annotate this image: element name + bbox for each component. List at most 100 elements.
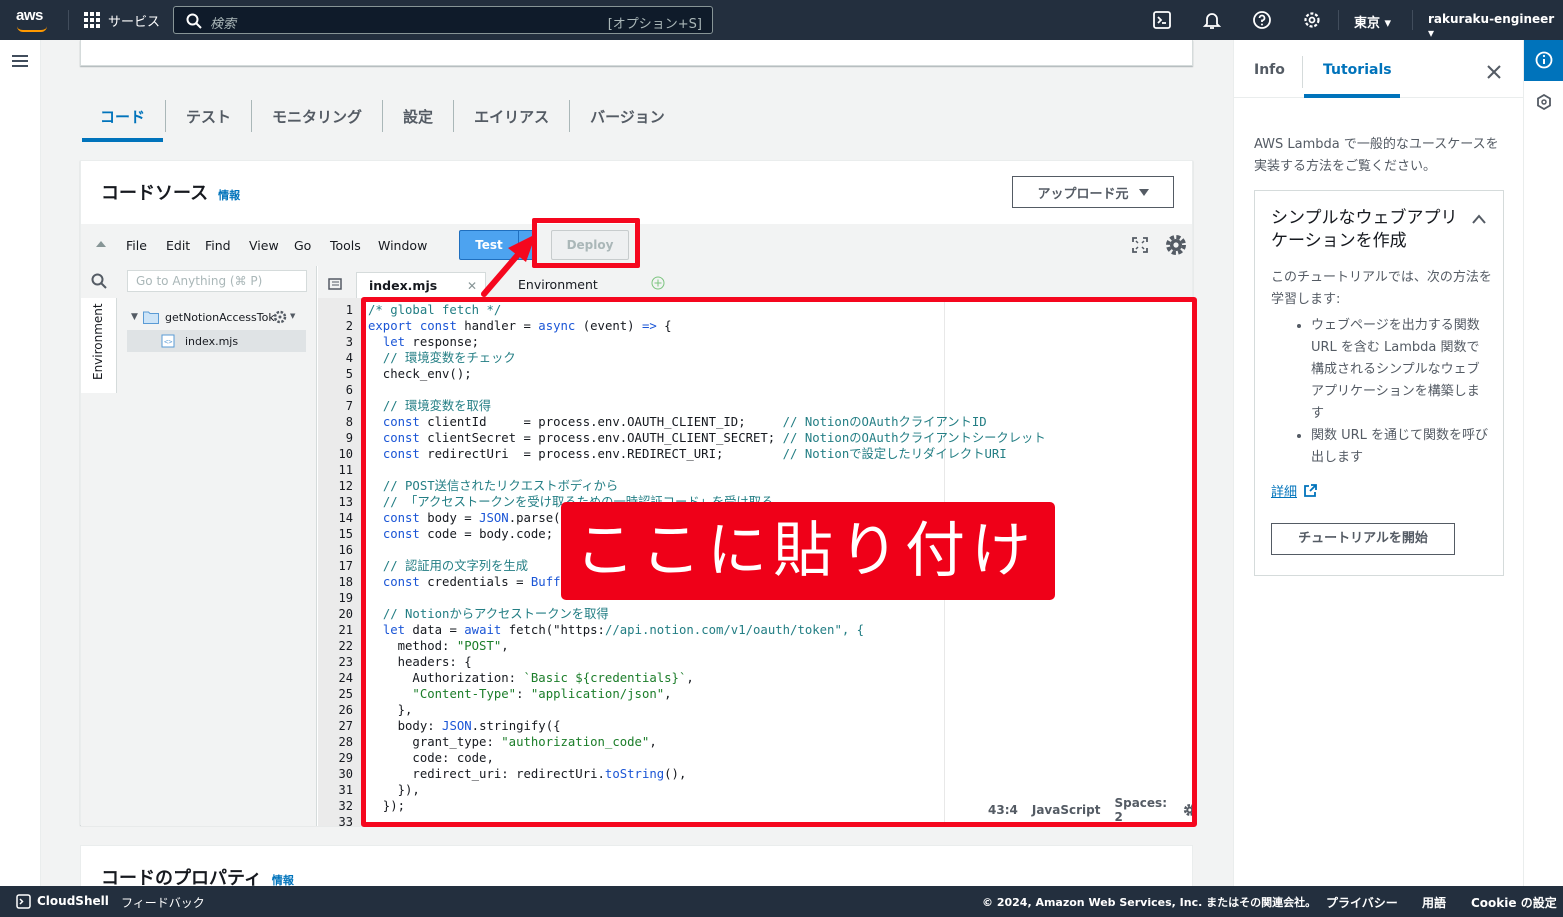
line-number: 30 [338, 767, 353, 781]
services-menu-button[interactable]: サービス [84, 11, 161, 30]
feedback-link[interactable]: フィードバック [121, 894, 205, 911]
tree-file-item[interactable]: <> index.mjs [127, 330, 306, 352]
settings-gear-icon[interactable] [1302, 10, 1322, 30]
tab-list-icon[interactable] [328, 278, 342, 290]
nav-divider [68, 10, 69, 30]
tab-aliases[interactable]: エイリアス [454, 100, 571, 132]
menu-view[interactable]: View [249, 238, 279, 253]
info-panel-toggle[interactable] [1524, 40, 1563, 81]
tab-test[interactable]: テスト [166, 100, 253, 132]
paste-here-label: ここに貼り付け [561, 502, 1055, 600]
folder-icon [143, 311, 159, 324]
folder-settings-gear-icon[interactable] [273, 310, 287, 324]
fullscreen-icon[interactable] [1132, 237, 1148, 253]
notifications-bell-icon[interactable] [1202, 10, 1222, 30]
resources-hexagon-icon[interactable] [1536, 94, 1552, 110]
list-item: 関数 URL を通じて関数を呼び出します [1311, 425, 1491, 469]
help-icon[interactable] [1252, 10, 1272, 30]
code-source-title: コードソース 情報 [101, 183, 241, 204]
search-input[interactable]: 検索 [オプション+S] [173, 6, 713, 34]
line-number: 17 [338, 559, 353, 573]
new-tab-plus-icon[interactable] [651, 276, 665, 290]
nav-divider [1338, 10, 1339, 30]
tab-code[interactable]: コード [80, 100, 167, 142]
cloudshell-link[interactable]: CloudShell [37, 894, 109, 908]
menu-tools[interactable]: Tools [330, 238, 361, 253]
line-number: 14 [338, 511, 353, 525]
go-to-anything-input[interactable]: Go to Anything (⌘ P) [127, 270, 307, 292]
line-number: 26 [338, 703, 353, 717]
list-item: ウェブページを出力する関数 URL を含む Lambda 関数で構成されるシンプ… [1311, 315, 1491, 425]
tab-info[interactable]: Info [1254, 62, 1285, 78]
menu-hamburger-icon[interactable] [12, 55, 28, 67]
line-number: 9 [345, 431, 353, 445]
line-number: 8 [345, 415, 353, 429]
line-number: 16 [338, 543, 353, 557]
collapse-triangle-icon[interactable] [96, 241, 106, 247]
external-link-icon [1304, 483, 1317, 497]
tab-monitoring[interactable]: モニタリング [252, 100, 384, 132]
menu-window[interactable]: Window [378, 238, 427, 253]
search-icon[interactable] [91, 273, 107, 289]
environment-tab[interactable]: Environment [81, 298, 117, 393]
cookie-settings-link[interactable]: Cookie の設定 [1471, 894, 1557, 911]
line-number: 27 [338, 719, 353, 733]
line-number: 24 [338, 671, 353, 685]
footer: CloudShell フィードバック © 2024, Amazon Web Se… [0, 886, 1563, 917]
caret-down-icon [1138, 188, 1149, 196]
left-rail [0, 40, 41, 886]
caret-down-icon: ▼ [290, 312, 296, 320]
info-link[interactable]: 情報 [218, 189, 240, 202]
aws-logo[interactable]: aws [16, 6, 52, 34]
line-number: 19 [338, 591, 353, 605]
test-button[interactable]: Test [459, 230, 519, 260]
search-placeholder: 検索 [210, 17, 237, 32]
line-number: 13 [338, 495, 353, 509]
line-number: 4 [345, 351, 353, 365]
line-number: 6 [345, 383, 353, 397]
line-number-gutter: 1 2 3 4 5 6 7 8 9 10 11 12 13 14 15 16 17 18 19 20 21 22 23 24 2… [318, 298, 362, 826]
help-tabs: Info Tutorials [1234, 40, 1524, 98]
tab-tutorials[interactable]: Tutorials [1323, 62, 1392, 78]
tree-folder-item[interactable]: ▼ getNotionAccessTok ▼ [131, 308, 309, 328]
line-number: 33 [338, 815, 353, 826]
line-number: 23 [338, 655, 353, 669]
terms-link[interactable]: 用語 [1422, 894, 1446, 911]
javascript-file-icon: <> [161, 334, 175, 348]
line-number: 25 [338, 687, 353, 701]
tab-configuration[interactable]: 設定 [383, 100, 455, 132]
line-number: 3 [345, 335, 353, 349]
menu-find[interactable]: Find [205, 238, 231, 253]
editor-tab-index-mjs[interactable]: index.mjs ✕ [356, 272, 486, 298]
line-number: 15 [338, 527, 353, 541]
caret-down-icon [523, 243, 531, 248]
start-tutorial-button[interactable]: チュートリアルを開始 [1271, 523, 1455, 555]
tab-versions[interactable]: バージョン [570, 100, 685, 132]
services-label: サービス [108, 14, 161, 30]
tree-file-label: index.mjs [185, 335, 239, 348]
privacy-link[interactable]: プライバシー [1326, 894, 1398, 911]
menu-edit[interactable]: Edit [166, 238, 190, 253]
line-number: 22 [338, 639, 353, 653]
close-icon[interactable] [1486, 64, 1502, 80]
line-number: 2 [345, 319, 353, 333]
line-number: 7 [345, 399, 353, 413]
line-number: 5 [345, 367, 353, 381]
ide-settings-gear-icon[interactable] [1164, 233, 1188, 257]
menu-go[interactable]: Go [294, 238, 311, 253]
info-icon [1535, 51, 1553, 69]
right-rail [1523, 40, 1563, 886]
region-selector[interactable]: 東京 ▾ [1354, 12, 1391, 31]
upload-from-button[interactable]: アップロード元 [1012, 176, 1174, 208]
line-number: 18 [338, 575, 353, 589]
editor-tab-environment-variables[interactable]: Environment Vari✕ [506, 272, 634, 318]
line-number: 1 [345, 303, 353, 317]
line-number: 12 [338, 479, 353, 493]
line-number: 29 [338, 751, 353, 765]
menu-file[interactable]: File [126, 238, 147, 253]
account-menu[interactable]: rakuraku-engineer ▾ [1428, 12, 1563, 40]
learn-more-link[interactable]: 詳細 [1271, 481, 1317, 500]
close-tab-icon[interactable]: ✕ [467, 273, 477, 299]
chevron-up-icon[interactable] [1471, 213, 1487, 225]
cloudshell-icon[interactable] [1152, 10, 1172, 30]
